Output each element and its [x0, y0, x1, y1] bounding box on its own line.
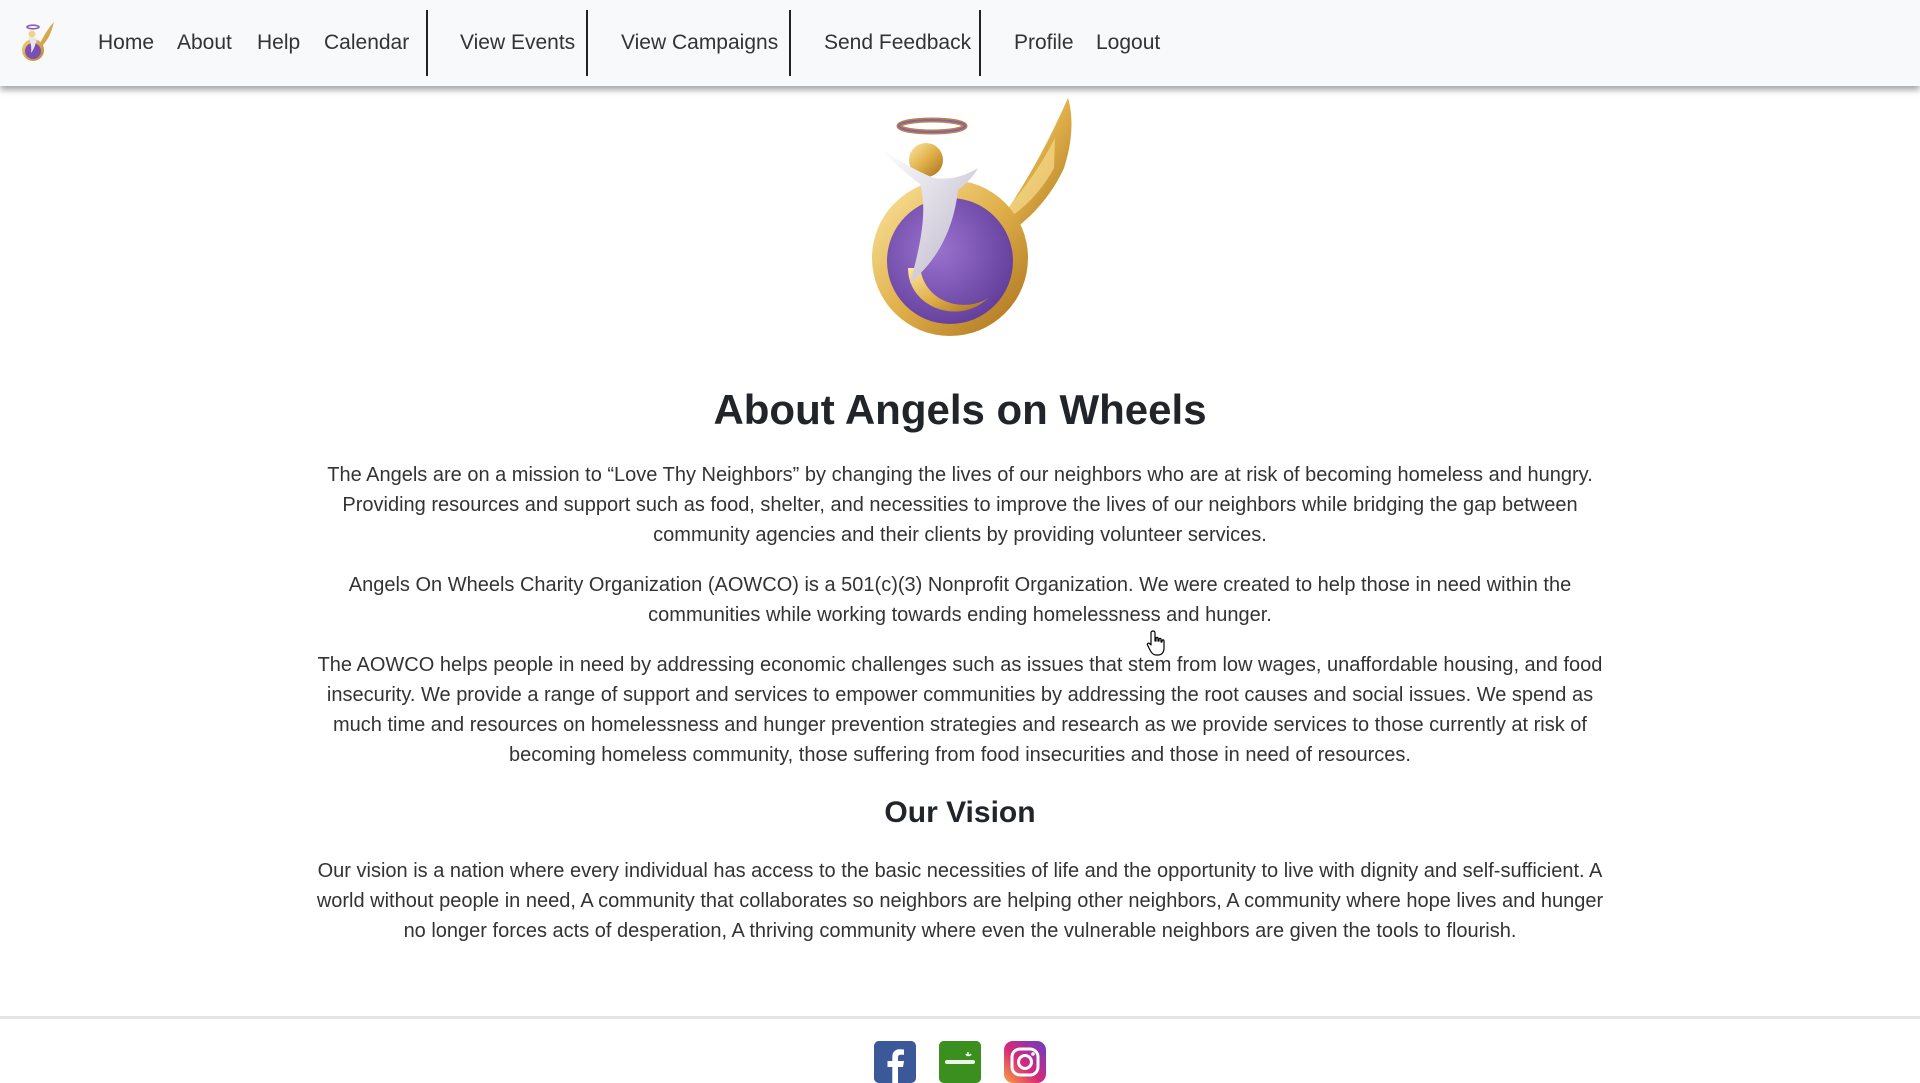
vision-paragraph: Our vision is a nation where every indiv…	[316, 860, 1604, 942]
facebook-icon	[874, 1041, 916, 1083]
nav-view-events-link[interactable]: View Events	[460, 0, 575, 86]
top-navbar: Home About Help Calendar View Events Vie…	[0, 0, 1920, 86]
nav-calendar-link[interactable]: Calendar	[324, 0, 409, 86]
nav-home-link[interactable]: Home	[98, 0, 154, 86]
nav-divider	[979, 10, 981, 76]
angel-wings-logo-icon	[872, 98, 1072, 336]
nav-divider	[789, 10, 791, 76]
nav-about-link[interactable]: About	[177, 0, 232, 86]
page-title: About Angels on Wheels	[713, 386, 1207, 433]
nav-logout-link[interactable]: Logout	[1096, 0, 1160, 86]
nav-help-link[interactable]: Help	[257, 0, 300, 86]
instagram-icon	[1004, 1041, 1046, 1083]
hand-pointer-cursor-icon	[1146, 630, 1165, 656]
organization-paragraph: Angels On Wheels Charity Organization (A…	[348, 574, 1572, 626]
nav-divider	[586, 10, 588, 76]
vision-heading: Our Vision	[884, 796, 1036, 829]
nav-view-campaigns-link[interactable]: View Campaigns	[621, 0, 778, 86]
brand-logo-link[interactable]	[16, 20, 56, 64]
gofundme-icon	[939, 1041, 981, 1083]
page-footer	[0, 1016, 1920, 1083]
gofundme-link[interactable]	[939, 1041, 981, 1083]
nav-divider	[426, 10, 428, 76]
services-paragraph: The AOWCO helps people in need by addres…	[317, 654, 1603, 766]
mission-paragraph: The Angels are on a mission to “Love Thy…	[327, 464, 1593, 546]
facebook-link[interactable]	[874, 1041, 916, 1083]
instagram-link[interactable]	[1004, 1041, 1046, 1083]
nav-send-feedback-link[interactable]: Send Feedback	[824, 0, 971, 86]
angels-on-wheels-logo-icon	[22, 22, 54, 61]
nav-profile-link[interactable]: Profile	[1014, 0, 1074, 86]
